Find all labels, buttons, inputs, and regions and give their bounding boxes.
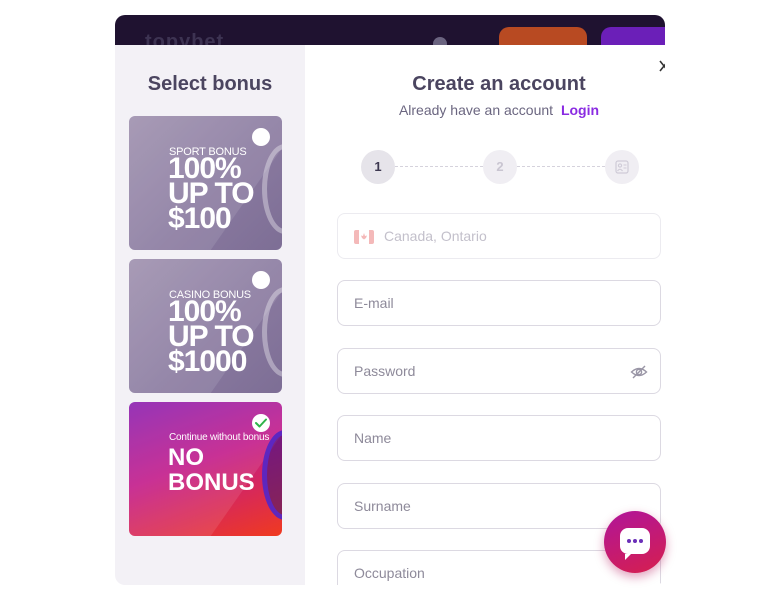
bonus-card-headline: 100% UP TO $1000 xyxy=(168,295,255,378)
bonus-card-no-bonus[interactable]: Continue without bonus NO BONUS xyxy=(129,402,282,536)
registration-form: Create an account Already have an accoun… xyxy=(305,45,665,585)
bonus-card-label: Continue without bonus xyxy=(169,432,270,443)
radio-unselected-icon[interactable] xyxy=(252,128,270,146)
region-select: Canada, Ontario xyxy=(337,213,661,259)
radio-unselected-icon[interactable] xyxy=(252,271,270,289)
password-input[interactable] xyxy=(354,349,624,393)
registration-modal: Select bonus SPORT BONUS 100% UP TO $100… xyxy=(115,45,665,585)
eye-off-icon[interactable] xyxy=(630,363,648,381)
bonus-card-headline: 100% UP TO $100 xyxy=(168,152,255,235)
bonus-panel-title: Select bonus xyxy=(147,73,273,95)
name-input[interactable] xyxy=(354,416,624,460)
check-icon[interactable] xyxy=(252,414,270,432)
bonus-card-headline: NO BONUS xyxy=(168,444,255,496)
canada-flag-icon xyxy=(354,230,374,244)
chat-dot xyxy=(627,539,631,543)
step-2: 2 xyxy=(483,150,517,184)
login-prompt-text: Already have an account xyxy=(398,102,554,118)
region-value: Canada, Ontario xyxy=(384,228,487,244)
email-field[interactable] xyxy=(337,280,661,326)
step-1: 1 xyxy=(361,150,395,184)
chat-dot xyxy=(633,539,637,543)
chat-button[interactable] xyxy=(604,511,666,573)
bonus-card-sport[interactable]: SPORT BONUS 100% UP TO $100 xyxy=(129,116,282,250)
step-3 xyxy=(605,150,639,184)
bonus-panel: Select bonus SPORT BONUS 100% UP TO $100… xyxy=(115,45,305,585)
chat-icon xyxy=(620,528,650,560)
form-title: Create an account xyxy=(412,73,586,95)
login-link[interactable]: Login xyxy=(561,102,599,118)
bonus-card-casino[interactable]: CASINO BONUS 100% UP TO $1000 xyxy=(129,259,282,393)
step-indicator: 1 2 xyxy=(361,150,639,184)
id-card-icon xyxy=(615,160,629,174)
surname-input[interactable] xyxy=(354,484,624,528)
login-prompt: Already have an account Login xyxy=(305,102,665,118)
email-input[interactable] xyxy=(354,281,624,325)
name-field[interactable] xyxy=(337,415,661,461)
password-field[interactable] xyxy=(337,348,661,394)
step-connector xyxy=(395,166,483,167)
step-connector xyxy=(517,166,605,167)
chat-dot xyxy=(639,539,643,543)
occupation-input[interactable] xyxy=(354,551,624,585)
